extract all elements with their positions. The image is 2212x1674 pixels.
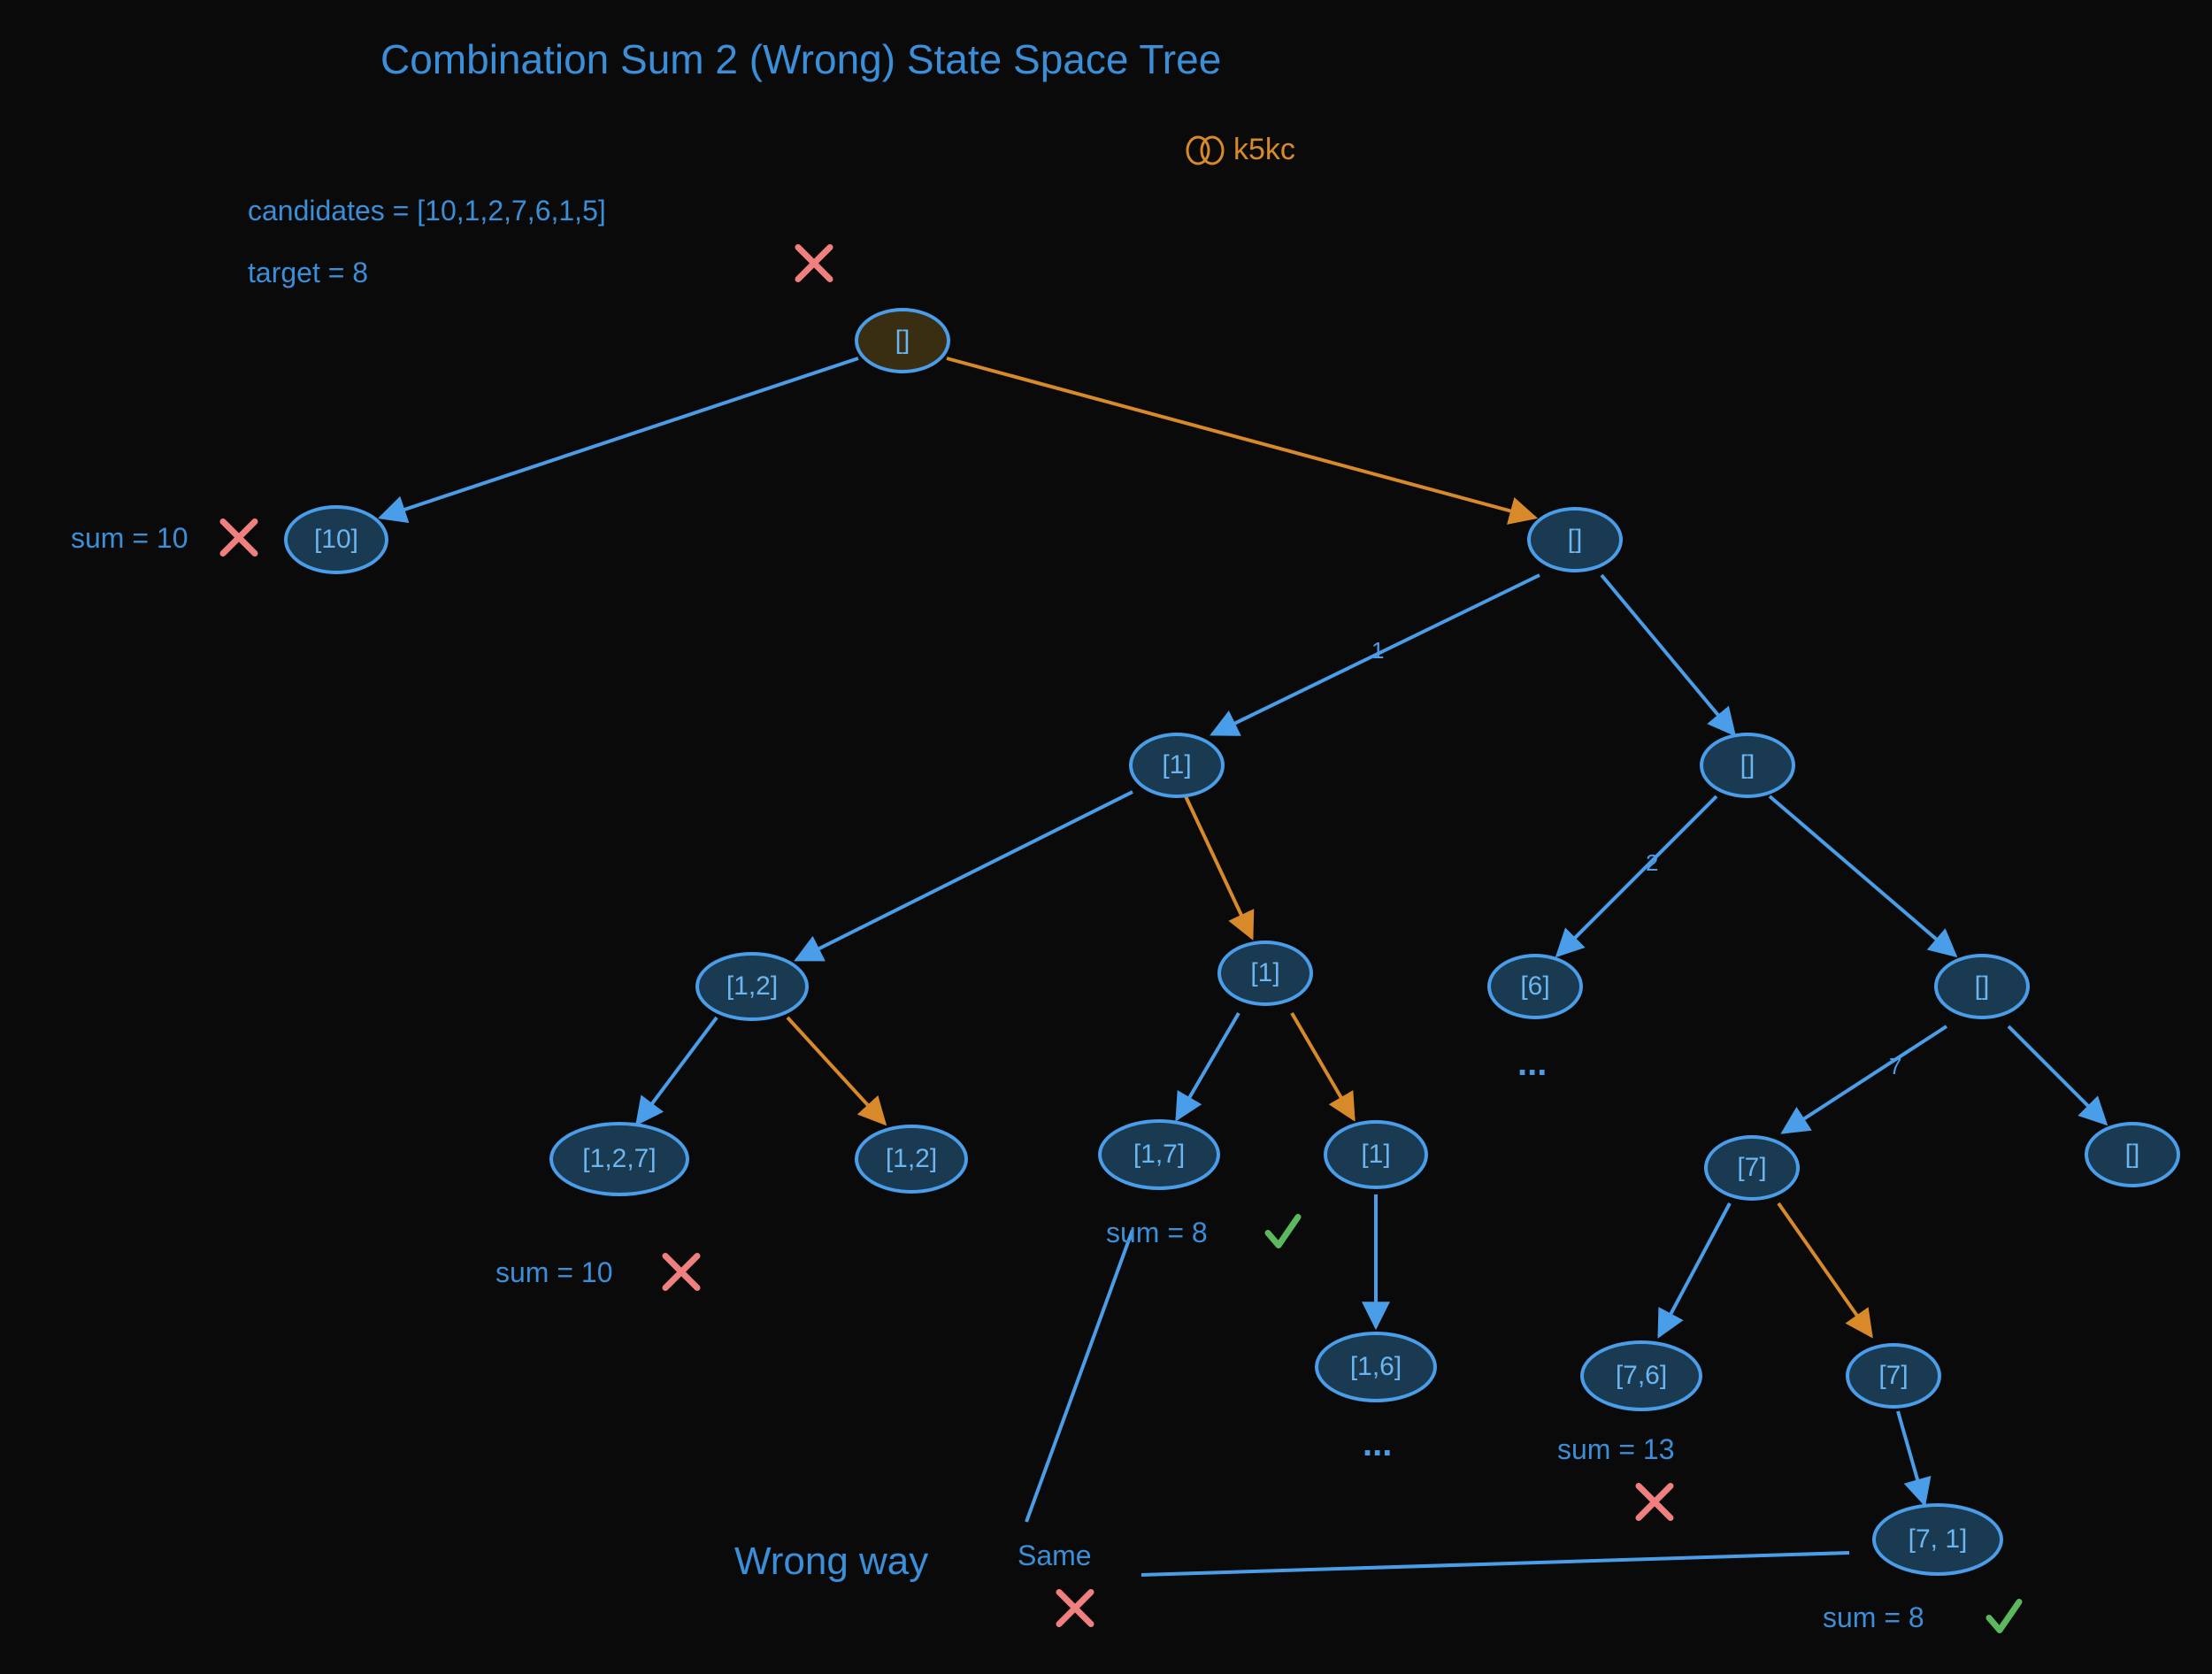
ellipsis-6: ... [1517, 1044, 1547, 1084]
node-1-6: [1,6] [1315, 1332, 1437, 1402]
annotation-sum8-b: sum = 8 [1823, 1601, 1924, 1634]
brand-icon [1186, 135, 1225, 165]
node-1-2-b: [1,2] [855, 1125, 968, 1194]
node-root: [] [855, 308, 950, 373]
node-1-2: [1,2] [695, 952, 809, 1021]
annotation-wrong-way: Wrong way [734, 1540, 928, 1584]
node-empty-5: [] [2085, 1122, 2180, 1187]
node-7-b: [7] [1846, 1343, 1941, 1409]
diagram-title: Combination Sum 2 (Wrong) State Space Tr… [380, 35, 1221, 83]
target-text: target = 8 [248, 257, 368, 289]
ellipsis-16: ... [1363, 1424, 1392, 1464]
tree-edges [0, 0, 2212, 1674]
cross-icon [214, 513, 264, 567]
node-10: [10] [284, 505, 388, 574]
node-6: [6] [1487, 954, 1583, 1019]
node-7: [7] [1704, 1135, 1800, 1201]
node-1: [1] [1129, 733, 1225, 798]
edge-label-1: 1 [1371, 637, 1384, 664]
node-empty-4: [] [1934, 954, 2030, 1019]
check-icon [1261, 1210, 1305, 1259]
edge-label-7: 7 [1889, 1053, 1901, 1080]
node-empty-3: [] [1700, 733, 1795, 798]
node-1-7: [1,7] [1098, 1119, 1220, 1190]
diagram-canvas: Combination Sum 2 (Wrong) State Space Tr… [0, 0, 2212, 1674]
annotation-sum8-a: sum = 8 [1106, 1217, 1208, 1249]
annotation-sum13: sum = 13 [1557, 1433, 1675, 1466]
cross-icon [1630, 1478, 1679, 1532]
node-1-c: [1] [1324, 1120, 1428, 1189]
check-icon [1982, 1595, 2026, 1644]
edge-label-2: 2 [1646, 849, 1658, 877]
node-7-6: [7,6] [1580, 1340, 1702, 1411]
annotation-sum10-a: sum = 10 [71, 522, 188, 555]
annotation-same: Same [1018, 1540, 1092, 1572]
cross-icon [789, 239, 839, 293]
node-empty-2: [] [1527, 507, 1623, 572]
brand-label: k5kc [1186, 133, 1295, 167]
annotation-sum10-b: sum = 10 [495, 1256, 613, 1289]
node-1-b: [1] [1217, 941, 1313, 1006]
cross-icon [657, 1248, 706, 1302]
node-7-1: [7, 1] [1872, 1503, 2003, 1576]
candidates-text: candidates = [10,1,2,7,6,1,5] [248, 195, 606, 227]
cross-icon [1050, 1584, 1100, 1638]
brand-text: k5kc [1233, 133, 1295, 167]
node-1-2-7: [1,2,7] [549, 1122, 689, 1196]
